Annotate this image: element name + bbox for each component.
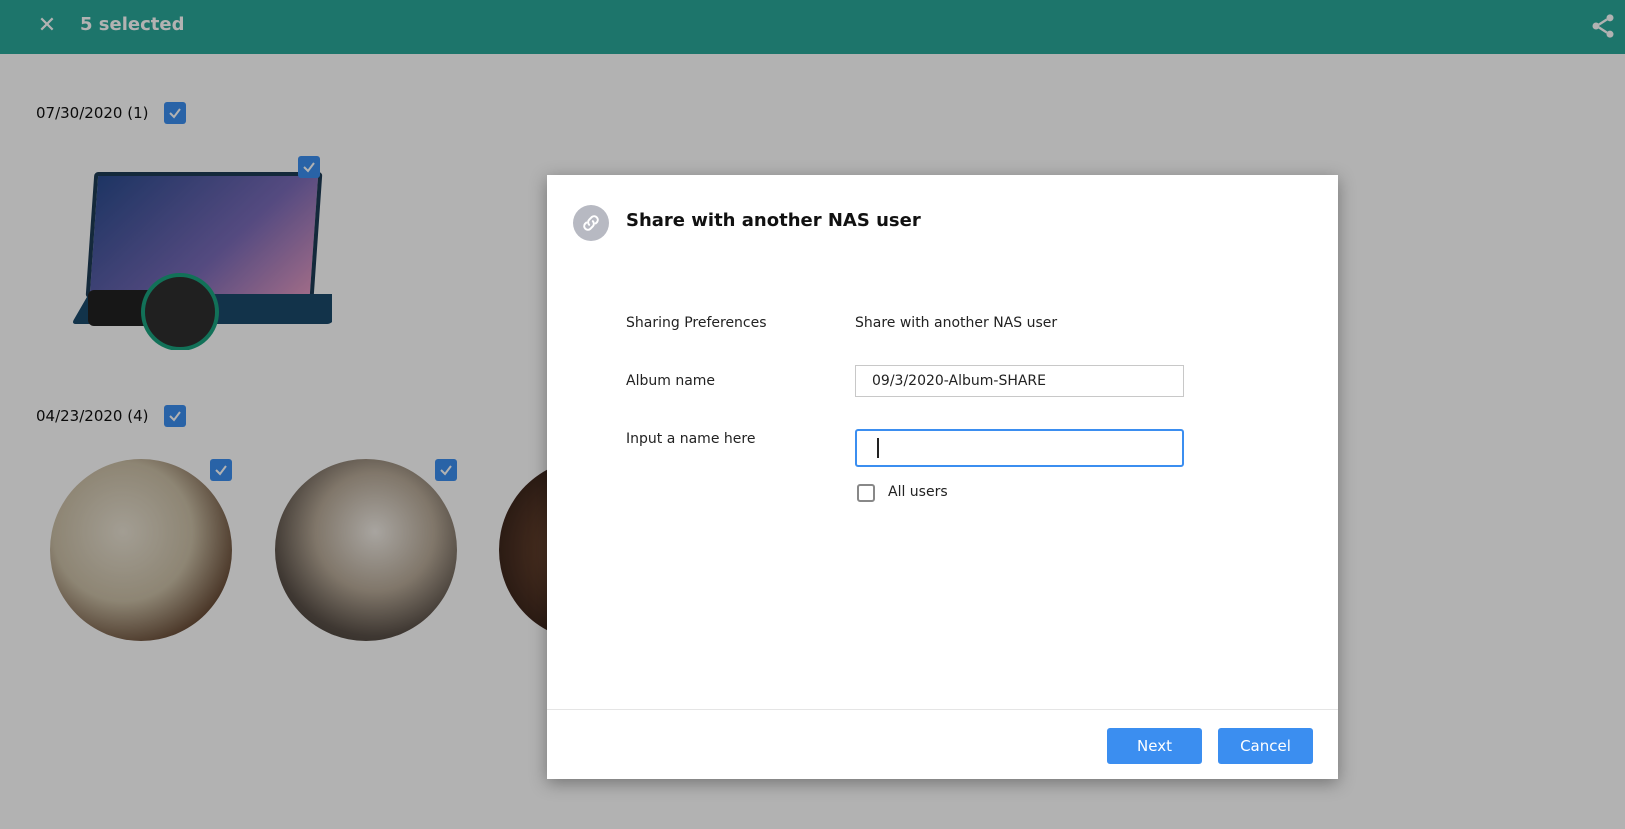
all-users-label: All users — [888, 484, 948, 500]
footer-divider — [547, 709, 1338, 710]
user-name-input[interactable] — [855, 429, 1184, 467]
dialog-title: Share with another NAS user — [626, 210, 921, 231]
input-name-label: Input a name here — [626, 431, 756, 447]
all-users-checkbox[interactable] — [857, 484, 875, 502]
text-cursor — [877, 438, 879, 458]
album-name-label: Album name — [626, 373, 716, 389]
sharing-preferences-value: Share with another NAS user — [855, 315, 1058, 331]
share-dialog: Share with another NAS user Sharing Pref… — [547, 175, 1338, 779]
album-name-input[interactable] — [855, 365, 1184, 397]
cancel-button[interactable]: Cancel — [1218, 728, 1313, 764]
next-button[interactable]: Next — [1107, 728, 1202, 764]
link-icon — [573, 205, 609, 241]
sharing-preferences-label: Sharing Preferences — [626, 315, 767, 331]
